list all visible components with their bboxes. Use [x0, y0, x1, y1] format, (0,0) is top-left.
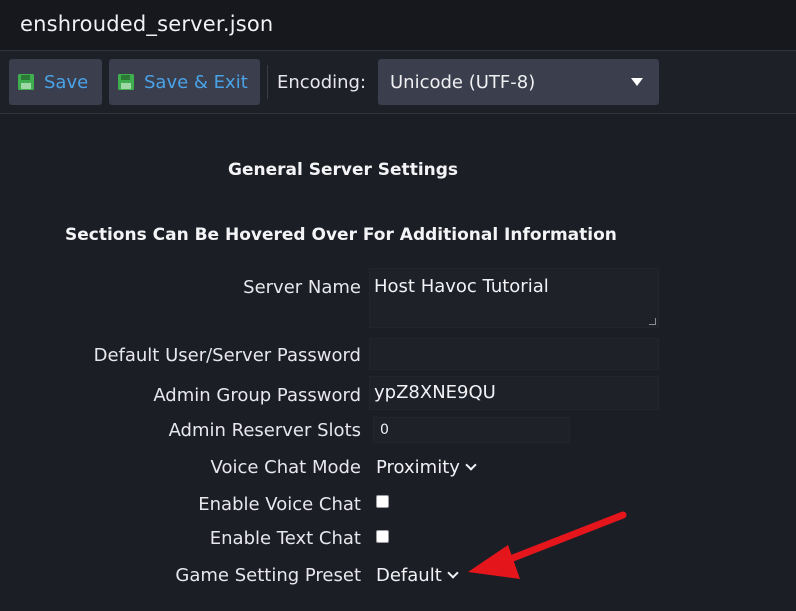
server-name-value: Host Havoc Tutorial: [374, 276, 549, 297]
admin-reserver-slots-label: Admin Reserver Slots: [168, 420, 361, 441]
admin-password-input[interactable]: ypZ8XNE9QU: [369, 376, 659, 410]
default-password-input[interactable]: [369, 338, 659, 370]
default-password-label: Default User/Server Password: [93, 345, 361, 366]
toolbar-divider: [267, 65, 268, 99]
voice-chat-mode-value: Proximity: [376, 457, 460, 478]
server-name-label: Server Name: [243, 277, 361, 298]
game-setting-preset-value: Default: [376, 565, 442, 586]
game-setting-preset-select[interactable]: Default: [376, 565, 459, 586]
floppy-disk-icon: [18, 74, 34, 90]
caret-down-icon: [631, 78, 643, 86]
file-editor-window: enshrouded_server.json Save Save & Exit …: [0, 0, 796, 611]
enable-voice-chat-label: Enable Voice Chat: [198, 494, 361, 515]
admin-password-value: ypZ8XNE9QU: [374, 382, 496, 403]
resize-handle-icon[interactable]: [649, 318, 656, 325]
server-name-textarea[interactable]: Host Havoc Tutorial: [369, 268, 659, 328]
enable-text-chat-label: Enable Text Chat: [209, 528, 361, 549]
admin-password-label: Admin Group Password: [153, 385, 361, 406]
enable-voice-chat-checkbox[interactable]: [376, 495, 389, 508]
game-setting-preset-label: Game Setting Preset: [175, 565, 361, 586]
chevron-down-icon: [447, 567, 459, 579]
save-and-exit-button[interactable]: Save & Exit: [109, 59, 260, 105]
save-button[interactable]: Save: [9, 59, 102, 105]
admin-reserver-slots-input[interactable]: 0: [373, 417, 570, 443]
voice-chat-mode-select[interactable]: Proximity: [376, 457, 477, 478]
section-heading-general: General Server Settings: [228, 160, 459, 180]
voice-chat-mode-label: Voice Chat Mode: [210, 457, 361, 478]
floppy-disk-icon: [118, 74, 134, 90]
annotation-arrow-icon: [468, 511, 627, 579]
save-and-exit-button-label: Save & Exit: [144, 71, 248, 93]
enable-text-chat-checkbox[interactable]: [376, 530, 389, 543]
encoding-label: Encoding:: [277, 72, 367, 93]
window-title: enshrouded_server.json: [20, 12, 274, 36]
admin-reserver-slots-value: 0: [380, 422, 389, 438]
encoding-select-value: Unicode (UTF-8): [390, 71, 536, 93]
hover-hint-heading: Sections Can Be Hovered Over For Additio…: [65, 225, 617, 245]
chevron-down-icon: [465, 459, 477, 471]
encoding-select[interactable]: Unicode (UTF-8): [378, 59, 659, 105]
title-bar: enshrouded_server.json: [0, 0, 796, 51]
save-button-label: Save: [44, 71, 89, 93]
